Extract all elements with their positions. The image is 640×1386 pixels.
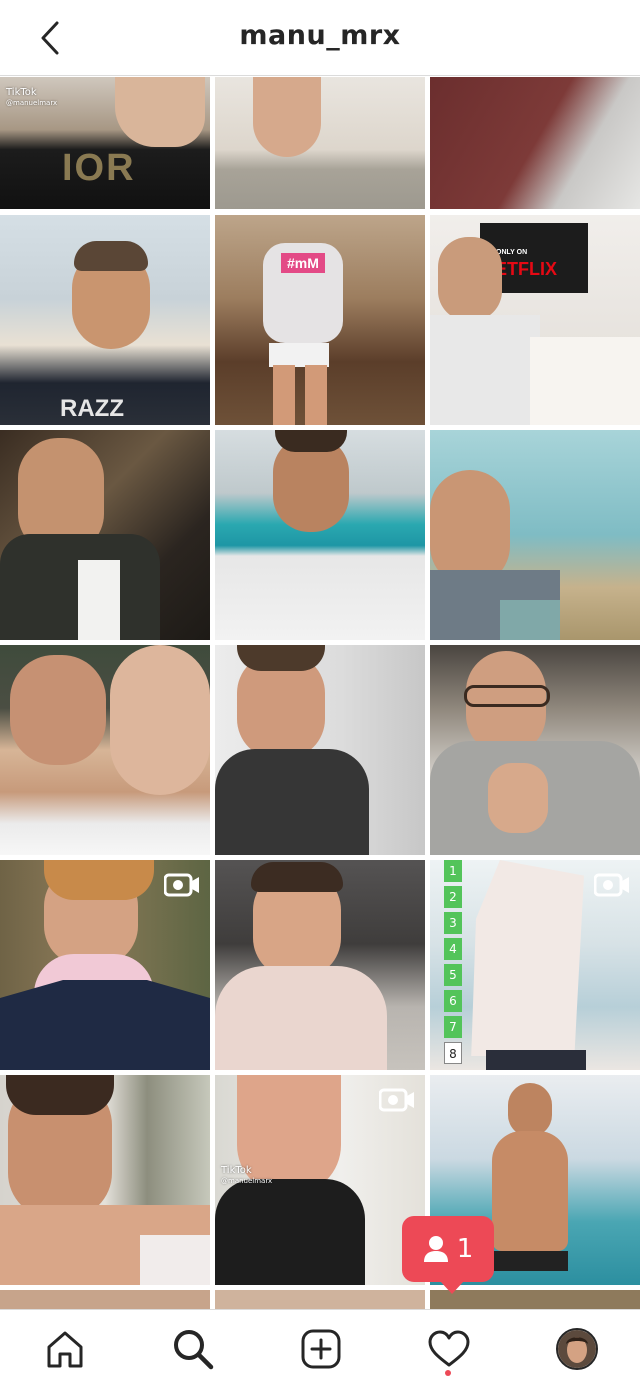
step-label: 5	[444, 964, 462, 986]
profile-username: manu_mrx	[239, 20, 401, 51]
home-icon[interactable]	[40, 1324, 90, 1374]
post-thumbnail[interactable]	[430, 645, 640, 855]
search-icon[interactable]	[168, 1324, 218, 1374]
post-thumbnail[interactable]	[430, 430, 640, 640]
post-thumbnail[interactable]: ONLY ON NETFLIX	[430, 215, 640, 425]
tiktok-handle: @manuelmarx	[221, 1177, 273, 1185]
post-thumbnail[interactable]	[0, 860, 210, 1070]
step-label: 2	[444, 886, 462, 908]
user-icon	[423, 1236, 448, 1262]
step-label: 3	[444, 912, 462, 934]
post-thumbnail[interactable]	[215, 860, 425, 1070]
post-thumbnail[interactable]	[215, 77, 425, 209]
notification-count: 1	[456, 1234, 474, 1264]
post-thumbnail[interactable]: IOR TikTok @manuelmarx	[0, 77, 210, 209]
bottom-navigation	[0, 1309, 640, 1386]
hoodie-print: #mM	[281, 253, 325, 273]
shirt-print: IOR	[62, 147, 136, 189]
step-label: 4	[444, 938, 462, 960]
steps-overlay: 1 2 3 4 5 6 7 8	[444, 860, 462, 1064]
avatar	[556, 1328, 598, 1370]
step-label: 6	[444, 990, 462, 1012]
activity-indicator-dot	[445, 1370, 451, 1376]
post-thumbnail[interactable]: TikTok @manuelmarx	[215, 1075, 425, 1285]
tiktok-handle: @manuelmarx	[6, 99, 58, 107]
step-label: 7	[444, 1016, 462, 1038]
post-thumbnail[interactable]	[215, 645, 425, 855]
post-thumbnail[interactable]: 1 2 3 4 5 6 7 8	[430, 860, 640, 1070]
post-thumbnail[interactable]	[430, 77, 640, 209]
add-post-icon[interactable]	[296, 1324, 346, 1374]
tiktok-label: TikTok	[221, 1165, 252, 1176]
top-bar: manu_mrx	[0, 0, 640, 76]
tiktok-label: TikTok	[6, 87, 37, 98]
post-thumbnail[interactable]	[0, 645, 210, 855]
post-thumbnail[interactable]	[0, 1290, 210, 1309]
post-thumbnail[interactable]	[215, 430, 425, 640]
shirt-print: RAZZ	[60, 395, 124, 422]
video-icon	[164, 873, 199, 897]
post-thumbnail[interactable]: RAZZ	[0, 215, 210, 425]
post-thumbnail[interactable]: #mM	[215, 215, 425, 425]
tiktok-watermark: TikTok @manuelmarx	[221, 1165, 272, 1187]
follower-notification[interactable]: 1	[402, 1216, 494, 1294]
video-icon	[379, 1088, 414, 1112]
profile-avatar[interactable]	[552, 1324, 602, 1374]
step-label: 1	[444, 860, 462, 882]
post-thumbnail[interactable]	[0, 430, 210, 640]
post-thumbnail[interactable]	[215, 1290, 425, 1309]
posts-grid: IOR TikTok @manuelmarx RAZZ #mM ONLY ON N…	[0, 77, 640, 1309]
post-thumbnail[interactable]	[0, 1075, 210, 1285]
step-label: 8	[444, 1042, 462, 1064]
tiktok-watermark: TikTok @manuelmarx	[6, 87, 57, 109]
video-icon	[594, 873, 629, 897]
activity-heart-icon[interactable]	[424, 1324, 474, 1374]
sign-caption: ONLY ON	[496, 249, 528, 256]
